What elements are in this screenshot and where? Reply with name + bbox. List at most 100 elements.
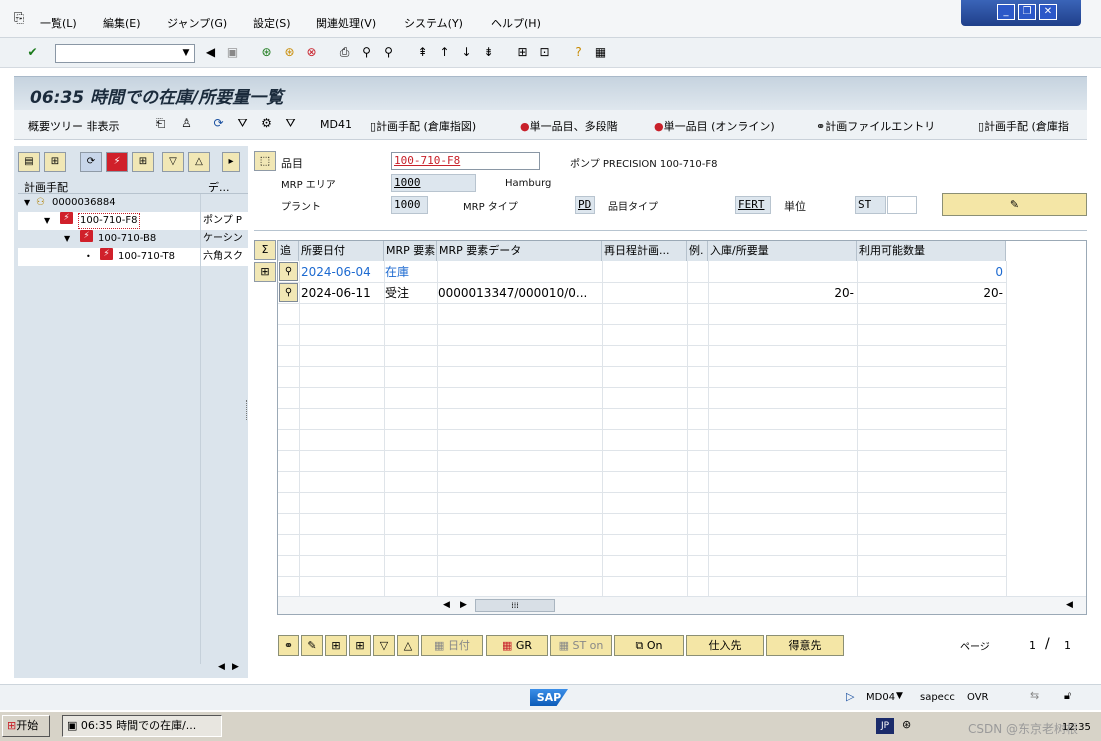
layout-menu-icon[interactable]: ▦ [592, 44, 609, 61]
tree-expand-button[interactable]: ▤ [18, 152, 40, 172]
restore-button[interactable]: ❐ [1018, 4, 1036, 20]
col-reschedule[interactable]: 再日程計画... [602, 241, 687, 261]
edit-btn[interactable]: ✎ [301, 635, 323, 656]
first-page-icon[interactable]: ⇞ [414, 44, 431, 61]
expand-btn[interactable]: △ [397, 635, 419, 656]
settings-icon[interactable]: ⚙ [258, 115, 275, 132]
splitter-handle[interactable] [246, 400, 249, 420]
customer-button[interactable]: 得意先 [766, 635, 844, 656]
menu-help[interactable]: ヘルプ(H) [491, 15, 541, 31]
find-icon[interactable]: ⚲ [358, 44, 375, 61]
tree-exception-button[interactable]: ⚡ [106, 152, 128, 172]
gr-button[interactable]: ▦ GR [486, 635, 548, 656]
person-icon[interactable]: ♙ [178, 115, 195, 132]
menu-edit[interactable]: 編集(E) [103, 15, 141, 31]
tree-network-button[interactable]: ⊞ [132, 152, 154, 172]
col-date[interactable]: 所要日付 [299, 241, 384, 261]
structure-btn[interactable]: ⊞ [349, 635, 371, 656]
single-multilevel-button[interactable]: ●単一品目、多段階 [520, 118, 618, 134]
menu-system[interactable]: システム(Y) [404, 15, 463, 31]
tree-expand-all-button[interactable]: △ [188, 152, 210, 172]
expand-triangle-icon[interactable]: ▼ [64, 230, 70, 248]
scroll-left-icon-right[interactable]: ◀ [1066, 600, 1073, 610]
shortcut-icon[interactable]: ⊡ [536, 44, 553, 61]
menu-icon[interactable]: ⎘ [14, 11, 24, 26]
next-page-icon[interactable]: ↓ [458, 44, 475, 61]
material-field[interactable]: 100-710-F8 [391, 152, 540, 170]
tree-column-divider[interactable] [200, 194, 201, 664]
tree-hscroll[interactable]: ◀ ▶ [200, 660, 244, 676]
chevron-down-icon[interactable]: ▼ [896, 691, 903, 701]
scroll-right-icon[interactable]: ▶ [232, 662, 239, 672]
cancel-icon[interactable]: ⊗ [303, 44, 320, 61]
expand-triangle-icon[interactable]: ▼ [44, 212, 50, 230]
chevron-down-icon[interactable]: ▼ [178, 45, 194, 62]
scroll-right-icon[interactable]: ▶ [460, 600, 467, 610]
vendor-button[interactable]: 仕入先 [686, 635, 764, 656]
planned-order-button[interactable]: ▯計画手配 (倉庫指図) [370, 118, 476, 134]
start-button[interactable]: ⊞开始 [2, 715, 50, 737]
planned-order-button-2[interactable]: ▯計画手配 (倉庫指 [978, 118, 1069, 134]
tree-row-selected[interactable]: ▼ ⚡ 100-710-F8 ポンプ P [18, 212, 248, 230]
tree-refresh-button[interactable]: ⟳ [80, 152, 102, 172]
tree-row[interactable]: • ⚡ 100-710-T8 六角スク [18, 248, 248, 266]
menu-related[interactable]: 関連処理(V) [316, 15, 376, 31]
menu-jump[interactable]: ジャンプ(G) [167, 15, 227, 31]
enter-icon[interactable]: ✔ [24, 44, 41, 61]
row-detail-button[interactable]: ⚲ [279, 283, 298, 302]
collapse-btn[interactable]: ▽ [373, 635, 395, 656]
filter-reset-icon[interactable]: ⛛ [282, 115, 299, 132]
lock-icon[interactable]: 🔓︎ [1064, 689, 1071, 703]
details-button[interactable]: ⊞ [254, 262, 276, 282]
col-mrp-element[interactable]: MRP 要素 [384, 241, 437, 261]
edit-header-button[interactable]: ✎ [942, 193, 1087, 216]
grid-hscroll[interactable]: ◀ ▶ ⁞⁞⁞ ◀ [278, 596, 1086, 614]
refresh-icon[interactable]: ⟳ [210, 115, 227, 132]
menu-list[interactable]: 一覧(L) [40, 15, 77, 31]
sum-button[interactable]: Σ [254, 240, 276, 260]
back-icon[interactable]: ⊛ [258, 44, 275, 61]
col-available-qty[interactable]: 利用可能数量 [857, 241, 1006, 261]
md41-button[interactable]: MD41 [320, 118, 352, 131]
new-session-icon[interactable]: ⊞ [514, 44, 531, 61]
ime-icon[interactable]: ⊛ [902, 718, 911, 731]
scroll-thumb[interactable]: ⁞⁞⁞ [475, 599, 555, 612]
scroll-left-icon[interactable]: ◀ [218, 662, 225, 672]
back-arrow-icon[interactable]: ◀ [202, 44, 219, 61]
find-next-icon[interactable]: ⚲ [380, 44, 397, 61]
menu-settings[interactable]: 設定(S) [253, 15, 291, 31]
hide-tree-button[interactable]: 概要ツリー 非表示 [28, 118, 120, 134]
col-mrp-element-data[interactable]: MRP 要素データ [437, 241, 602, 261]
network-btn[interactable]: ⊞ [325, 635, 347, 656]
prev-page-icon[interactable]: ↑ [436, 44, 453, 61]
tree-collapse-button[interactable]: ▽ [162, 152, 184, 172]
print-icon[interactable]: ⎙ [336, 44, 353, 61]
close-button[interactable]: ✕ [1039, 4, 1057, 20]
planning-file-btn[interactable]: ⚭ [278, 635, 299, 656]
col-trace[interactable]: 追 [278, 241, 299, 261]
material-button[interactable]: ⬚ [254, 151, 276, 171]
tree-structure-button[interactable]: ⊞ [44, 152, 66, 172]
command-field[interactable]: ▼ [55, 44, 195, 63]
col-exception[interactable]: 例. [687, 241, 708, 261]
filter-icon[interactable]: ⛛ [234, 115, 251, 132]
exit-icon[interactable]: ⊛ [281, 44, 298, 61]
scroll-left-icon[interactable]: ◀ [443, 600, 450, 610]
single-online-button[interactable]: ●単一品目 (オンライン) [654, 118, 775, 134]
tree-more-button[interactable]: ▸ [222, 152, 240, 172]
minimize-button[interactable]: _ [997, 4, 1015, 20]
expand-triangle-icon[interactable]: ▼ [24, 194, 30, 212]
date-button[interactable]: ▦ 日付 [421, 635, 483, 656]
planning-file-button[interactable]: ⚭計画ファイルエントリ [816, 118, 935, 134]
language-indicator[interactable]: JP [876, 718, 894, 734]
tree-row[interactable]: ▼ ⚇ 0000036884 [18, 194, 248, 212]
save-icon[interactable]: ▣ [224, 44, 241, 61]
on-button[interactable]: ⧉ On [614, 635, 684, 656]
last-page-icon[interactable]: ⇟ [480, 44, 497, 61]
taskbar-task[interactable]: ▣ 06:35 時間での在庫/... [62, 715, 222, 737]
row-detail-button[interactable]: ⚲ [279, 262, 298, 281]
help-icon[interactable]: ? [570, 44, 587, 61]
col-receipt-req[interactable]: 入庫/所要量 [708, 241, 857, 261]
st-on-button[interactable]: ▦ ST on [550, 635, 612, 656]
tree-row[interactable]: ▼ ⚡ 100-710-B8 ケーシン [18, 230, 248, 248]
